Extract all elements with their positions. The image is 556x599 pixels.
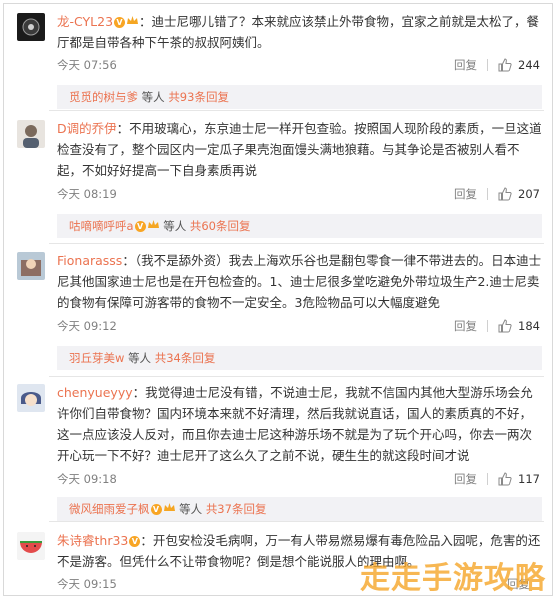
comment-text: Fionarasss：（我不是舔外资）我去上海欢乐谷也是翻包零食一律不带进去的。… bbox=[57, 250, 544, 313]
reply-username[interactable]: 觅觅的树与爹 bbox=[69, 90, 138, 104]
timestamp: 今天 08:19 bbox=[57, 187, 117, 201]
reply-username[interactable]: 微风细雨爱子枫 bbox=[69, 502, 150, 516]
verified-icon: V bbox=[129, 536, 141, 547]
crown-icon bbox=[127, 16, 139, 24]
divider bbox=[49, 521, 544, 522]
comment-meta: 今天 09:12 回复 184 bbox=[57, 318, 540, 334]
verified-icon: V bbox=[114, 17, 126, 28]
like-count: 117 bbox=[518, 472, 540, 486]
like-icon[interactable] bbox=[498, 472, 512, 486]
like-icon[interactable] bbox=[498, 187, 512, 201]
reply-button[interactable]: 回复 bbox=[454, 186, 477, 202]
like-icon[interactable] bbox=[498, 58, 512, 72]
avatar[interactable] bbox=[17, 13, 45, 41]
replies-count-link[interactable]: 共34条回复 bbox=[155, 351, 216, 365]
replies-summary[interactable]: 羽丘芽美w 等人 共34条回复 bbox=[57, 346, 542, 370]
timestamp: 今天 09:18 bbox=[57, 472, 117, 486]
comment-text: 龙-CYL23 V ：迪士尼哪儿错了？本来就应该禁止外带食物，宜家之前就是太松了，餐… bbox=[57, 11, 544, 53]
divider bbox=[49, 376, 544, 377]
like-count: 207 bbox=[518, 187, 540, 201]
timestamp: 今天 09:12 bbox=[57, 319, 117, 333]
comment-content: ：（我不是舔外资）我去上海欢乐谷也是翻包零食一律不带进去的。日本迪士尼其他国家迪… bbox=[57, 253, 542, 310]
comment-panel: 龙-CYL23 V ：迪士尼哪儿错了？本来就应该禁止外带食物，宜家之前就是太松了，餐… bbox=[3, 3, 553, 596]
replies-others: 等人 bbox=[128, 351, 152, 365]
comment-content: ：不用玻璃心，东京迪士尼一样开包查验。按照国人现阶段的素质，一旦这道检查没有了，… bbox=[57, 121, 542, 178]
comment-text: chenyueyyy：我觉得迪士尼没有错，不说迪士尼，我就不信国内其他大型游乐场… bbox=[57, 382, 544, 466]
replies-others: 等人 bbox=[163, 219, 187, 233]
like-count: 184 bbox=[518, 319, 540, 333]
replies-others: 等人 bbox=[141, 90, 165, 104]
timestamp: 今天 07:56 bbox=[57, 58, 117, 72]
replies-count-link[interactable]: 共93条回复 bbox=[168, 90, 229, 104]
replies-count-link[interactable]: 共37条回复 bbox=[206, 502, 267, 516]
crown-icon bbox=[163, 503, 175, 511]
username-link[interactable]: 龙-CYL23 bbox=[57, 14, 113, 29]
comment-meta: 今天 09:18 回复 117 bbox=[57, 471, 540, 487]
divider bbox=[49, 243, 544, 244]
comment-text: D调的乔伊：不用玻璃心，东京迪士尼一样开包查验。按照国人现阶段的素质，一旦这道检… bbox=[57, 118, 544, 181]
like-count: 244 bbox=[518, 58, 540, 72]
replies-summary[interactable]: 觅觅的树与爹 等人 共93条回复 bbox=[57, 85, 542, 109]
replies-summary[interactable]: 咕嘀嘀呼呼a V 等人 共60条回复 bbox=[57, 214, 542, 238]
reply-button[interactable]: 回复 bbox=[454, 318, 477, 334]
crown-icon bbox=[147, 220, 159, 228]
replies-count-link[interactable]: 共60条回复 bbox=[190, 219, 251, 233]
divider bbox=[487, 59, 489, 71]
divider bbox=[487, 320, 489, 332]
reply-button[interactable]: 回复 bbox=[454, 57, 477, 73]
username-link[interactable]: Fionarasss bbox=[57, 253, 122, 268]
like-icon[interactable] bbox=[498, 319, 512, 333]
avatar[interactable] bbox=[17, 532, 45, 560]
avatar[interactable] bbox=[17, 252, 45, 280]
watermark-logo: 走走手游攻略 bbox=[360, 561, 546, 596]
replies-summary[interactable]: 微风细雨爱子枫 V 等人 共37条回复 bbox=[57, 497, 542, 521]
verified-icon: V bbox=[134, 221, 146, 232]
comment-meta: 今天 07:56 回复 244 bbox=[57, 57, 540, 73]
verified-icon: V bbox=[150, 504, 162, 515]
divider bbox=[487, 473, 489, 485]
timestamp: 今天 09:15 bbox=[57, 577, 117, 591]
divider bbox=[487, 188, 489, 200]
reply-username[interactable]: 咕嘀嘀呼呼a bbox=[69, 219, 134, 233]
divider bbox=[49, 110, 544, 111]
username-link[interactable]: 朱诗睿thr33 bbox=[57, 533, 128, 548]
reply-username[interactable]: 羽丘芽美w bbox=[69, 351, 124, 365]
comment-meta: 今天 08:19 回复 207 bbox=[57, 186, 540, 202]
reply-button[interactable]: 回复 bbox=[454, 471, 477, 487]
avatar[interactable] bbox=[17, 120, 45, 148]
username-link[interactable]: chenyueyyy bbox=[57, 385, 133, 400]
avatar[interactable] bbox=[17, 384, 45, 412]
replies-others: 等人 bbox=[179, 502, 203, 516]
username-link[interactable]: D调的乔伊 bbox=[57, 121, 117, 136]
